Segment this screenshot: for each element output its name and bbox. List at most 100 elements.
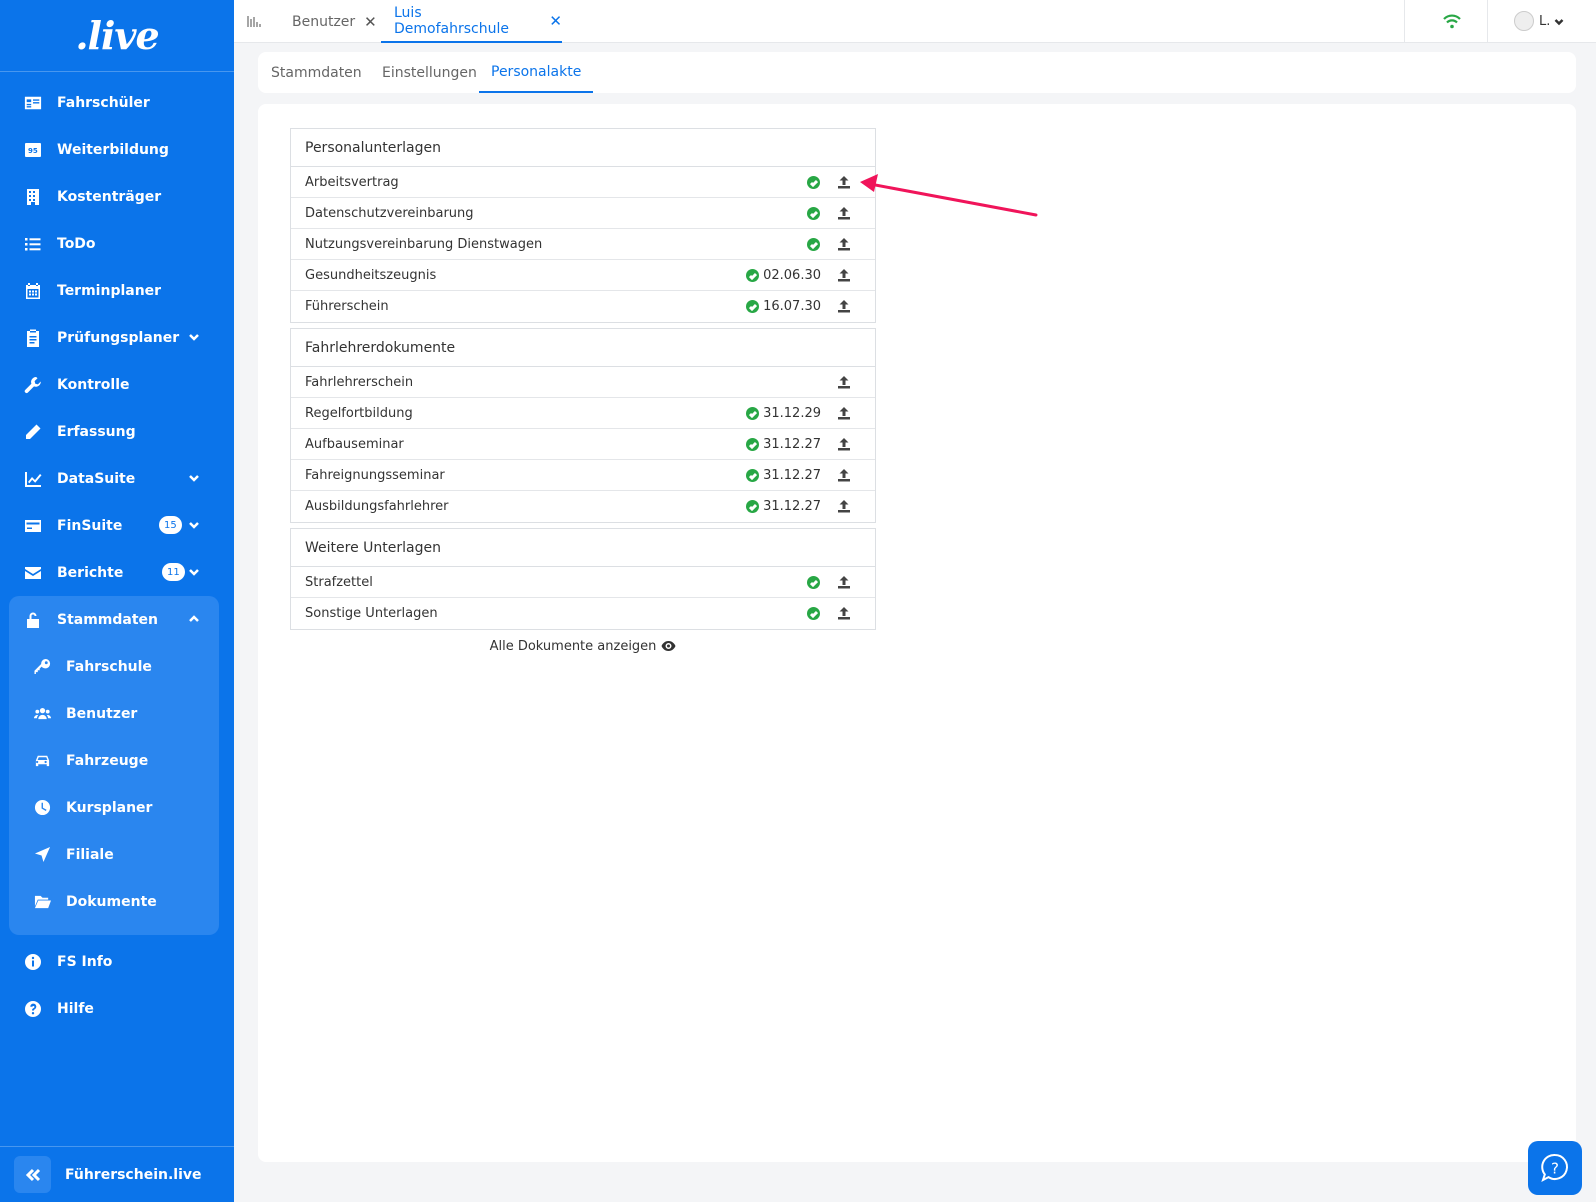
document-status [807, 598, 824, 629]
sidebar-subitem-benutzer[interactable]: Benutzer [9, 690, 219, 737]
tab-stammdaten[interactable]: Stammdaten [271, 52, 362, 93]
document-label: Fahrlehrerschein [305, 374, 414, 390]
upload-icon[interactable] [837, 237, 851, 251]
sidebar-item-pruefungsplaner[interactable]: Prüfungsplaner [0, 314, 234, 361]
sidebar-item-label: FinSuite [57, 517, 123, 534]
upload-icon[interactable] [837, 299, 851, 313]
bar-chart-icon[interactable] [246, 13, 262, 29]
upload-icon[interactable] [837, 606, 851, 620]
wifi-icon [1442, 12, 1462, 30]
expiry-date: 02.06.30 [763, 268, 821, 283]
avatar [1514, 11, 1534, 31]
check-circle-icon [746, 500, 760, 513]
sidebar-group-stammdaten: Stammdaten Fahrschule Benutzer Fahrzeuge… [9, 596, 219, 935]
sidebar-footer: Führerschein.live [0, 1146, 234, 1202]
upload-icon[interactable] [837, 175, 851, 189]
sidebar-subitem-dokumente[interactable]: Dokumente [9, 878, 219, 925]
section-title: Weitere Unterlagen [291, 529, 875, 567]
sidebar-item-fs-info[interactable]: FS Info [0, 938, 234, 985]
sidebar-item-kontrolle[interactable]: Kontrolle [0, 361, 234, 408]
document-status: 16.07.30 [746, 291, 821, 322]
sidebar-item-datasuite[interactable]: DataSuite [0, 455, 234, 502]
tab-luis-demofahrschule[interactable]: Luis Demofahrschule ✕ [381, 0, 562, 43]
document-label: Datenschutzvereinbarung [305, 205, 474, 221]
upload-icon[interactable] [837, 468, 851, 482]
sidebar-item-label: Fahrschüler [57, 94, 150, 111]
sidebar-item-berichte[interactable]: Berichte 11 [0, 549, 234, 596]
sidebar-item-weiterbildung[interactable]: 95 Weiterbildung [0, 126, 234, 173]
upload-icon[interactable] [837, 268, 851, 282]
sidebar-item-label: Filiale [66, 846, 114, 863]
show-all-label: Alle Dokumente anzeigen [489, 638, 657, 654]
chevron-down-icon[interactable] [188, 472, 200, 484]
tab-einstellungen[interactable]: Einstellungen [382, 52, 477, 93]
sidebar-subitem-fahrschule[interactable]: Fahrschule [9, 643, 219, 690]
sidebar-subitem-filiale[interactable]: Filiale [9, 831, 219, 878]
sidebar-item-kostentraeger[interactable]: Kostenträger [0, 173, 234, 220]
document-row: Gesundheitszeugnis 02.06.30 [291, 260, 875, 291]
chevron-down-icon [1554, 16, 1564, 26]
sidebar-item-finsuite[interactable]: FinSuite 15 [0, 502, 234, 549]
expiry-date: 31.12.27 [763, 468, 821, 483]
document-row: Fahrlehrerschein [291, 367, 875, 398]
chevron-down-icon[interactable] [188, 519, 200, 531]
tab-personalakte[interactable]: Personalakte [479, 52, 594, 93]
user-initial: L. [1539, 13, 1551, 29]
chevron-down-icon[interactable] [188, 331, 200, 343]
app-logo[interactable]: .live [0, 0, 234, 72]
wrench-icon [24, 376, 42, 394]
upload-icon[interactable] [837, 406, 851, 420]
sidebar-subitem-kursplaner[interactable]: Kursplaner [9, 784, 219, 831]
sidebar-item-label: Kostenträger [57, 188, 162, 205]
document-status: 31.12.29 [746, 398, 821, 429]
footer-brand-label: Führerschein.live [65, 1166, 202, 1183]
sidebar-item-fahrschueler[interactable]: Fahrschüler [0, 79, 234, 126]
close-icon[interactable]: ✕ [549, 12, 562, 30]
upload-icon[interactable] [837, 437, 851, 451]
upload-icon[interactable] [837, 575, 851, 589]
info-icon [24, 953, 42, 971]
document-row: Strafzettel [291, 567, 875, 598]
close-icon[interactable]: ✕ [364, 13, 377, 31]
sidebar-item-stammdaten[interactable]: Stammdaten [9, 596, 219, 643]
sidebar-item-label: ToDo [57, 235, 96, 252]
user-menu[interactable]: L. [1514, 11, 1564, 31]
sidebar-item-label: Kursplaner [66, 799, 153, 816]
upload-icon[interactable] [837, 499, 851, 513]
section-weitere-unterlagen: Weitere Unterlagen Strafzettel Sonstige Un… [290, 528, 876, 630]
document-label: Arbeitsvertrag [305, 174, 399, 190]
show-all-documents-link[interactable]: Alle Dokumente anzeigen [290, 635, 876, 657]
check-circle-icon [746, 269, 760, 282]
sidebar-item-terminplaner[interactable]: Terminplaner [0, 267, 234, 314]
check-circle-icon [746, 438, 760, 451]
document-row: Datenschutzvereinbarung [291, 198, 875, 229]
sidebar-item-todo[interactable]: ToDo [0, 220, 234, 267]
chevron-up-icon[interactable] [188, 613, 200, 625]
section-title: Fahrlehrerdokumente [291, 329, 875, 367]
expiry-date: 16.07.30 [763, 299, 821, 314]
sidebar-item-label: Fahrzeuge [66, 752, 149, 769]
line-chart-icon [24, 470, 42, 488]
chevron-down-icon[interactable] [188, 566, 200, 578]
logo-text: .live [75, 13, 159, 58]
sidebar-subitem-fahrzeuge[interactable]: Fahrzeuge [9, 737, 219, 784]
sidebar-item-erfassung[interactable]: Erfassung [0, 408, 234, 455]
help-chat-button[interactable]: ? [1528, 1141, 1582, 1195]
tab-benutzer[interactable]: Benutzer ✕ [292, 0, 377, 43]
tab-label: Luis Demofahrschule [394, 4, 509, 37]
upload-icon[interactable] [837, 375, 851, 389]
badge-95-icon: 95 [24, 141, 42, 159]
document-status [807, 567, 824, 598]
eye-icon [661, 640, 676, 652]
sidebar-nav: Fahrschüler 95 Weiterbildung Kostenträge… [0, 79, 234, 1032]
sidebar-item-label: DataSuite [57, 470, 136, 487]
collapse-sidebar-button[interactable] [14, 1156, 51, 1193]
car-icon [33, 752, 51, 770]
section-personalunterlagen: Personalunterlagen Arbeitsvertrag Datensch… [290, 128, 876, 323]
sidebar-item-hilfe[interactable]: Hilfe [0, 985, 234, 1032]
check-circle-icon [807, 238, 820, 251]
upload-icon[interactable] [837, 206, 851, 220]
section-title: Personalunterlagen [291, 129, 875, 167]
sidebar-item-label: Fahrschule [66, 658, 152, 675]
expiry-date: 31.12.27 [763, 437, 821, 452]
